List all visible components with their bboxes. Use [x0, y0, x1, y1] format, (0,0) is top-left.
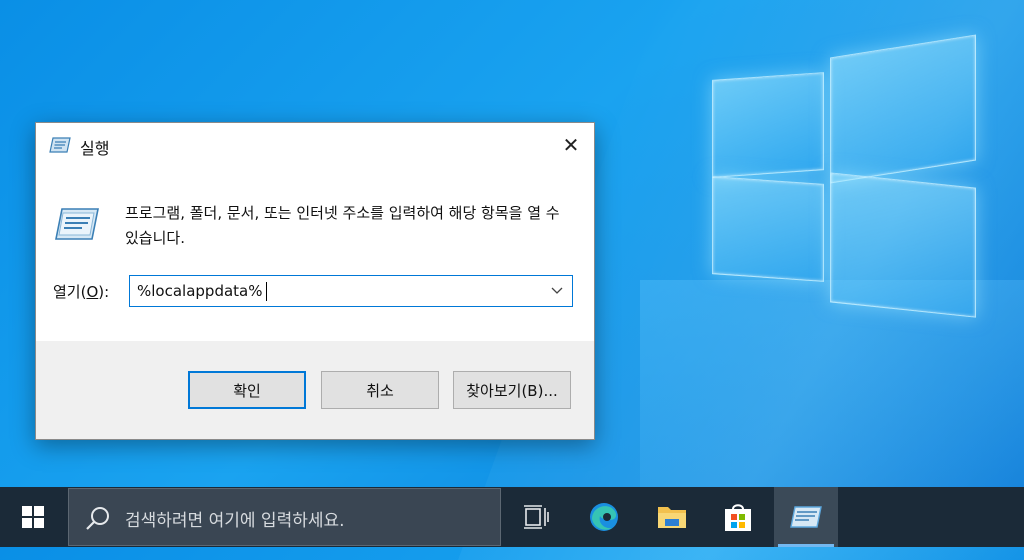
open-label-accelerator: O [86, 283, 99, 301]
open-input[interactable]: %localappdata% [137, 282, 262, 300]
dialog-title: 실행 [80, 139, 110, 158]
logo-pane [712, 176, 824, 282]
close-icon: ✕ [562, 133, 580, 157]
close-button[interactable]: ✕ [548, 123, 594, 167]
logo-pane [830, 172, 976, 318]
run-icon [790, 506, 822, 528]
dialog-description: 프로그램, 폴더, 문서, 또는 인터넷 주소를 입력하여 해당 항목을 열 수… [125, 204, 560, 247]
logo-pane [712, 72, 824, 178]
task-view-icon [524, 505, 549, 529]
folder-icon [658, 507, 686, 528]
edge-icon [590, 503, 618, 531]
start-button[interactable] [0, 487, 66, 547]
edge-button[interactable] [572, 487, 636, 547]
text-cursor [266, 282, 267, 301]
taskbar: 검색하려면 여기에 입력하세요. [0, 487, 1024, 547]
logo-pane [830, 34, 976, 184]
windows-icon [22, 506, 44, 528]
run-taskbar-button[interactable] [774, 487, 838, 547]
windows-wallpaper-logo [712, 34, 976, 318]
task-view-button[interactable] [504, 487, 568, 547]
taskbar-search-box[interactable]: 검색하려면 여기에 입력하세요. [68, 488, 501, 546]
browse-button[interactable]: 찾아보기(B)... [453, 371, 571, 409]
open-label: 열기(O): [53, 283, 110, 301]
store-button[interactable] [706, 487, 770, 547]
store-icon [725, 504, 751, 531]
open-combobox[interactable]: %localappdata% [129, 275, 573, 307]
title-bar[interactable]: 실행 ✕ [36, 123, 594, 167]
dropdown-button[interactable] [542, 276, 572, 306]
run-large-icon [55, 208, 99, 240]
search-icon [86, 507, 109, 530]
run-dialog: 실행 ✕ 프로그램, 폴더, 문서, 또는 인터넷 주소를 입력하여 해당 항목… [35, 122, 595, 440]
run-icon [49, 137, 71, 153]
cancel-button[interactable]: 취소 [321, 371, 439, 409]
search-placeholder: 검색하려면 여기에 입력하세요. [125, 511, 345, 531]
chevron-down-icon [551, 287, 563, 294]
ok-button[interactable]: 확인 [188, 371, 306, 409]
file-explorer-button[interactable] [640, 487, 704, 547]
